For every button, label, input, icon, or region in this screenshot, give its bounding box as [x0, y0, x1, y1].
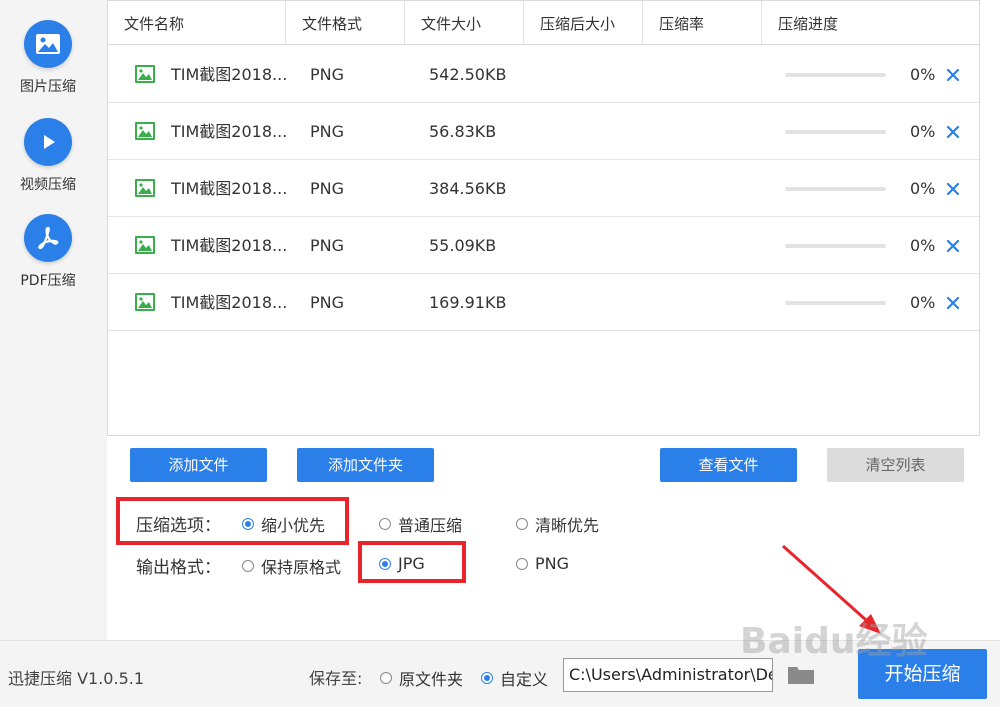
radio-button[interactable] [380, 672, 392, 684]
add-file-button[interactable]: 添加文件 [130, 448, 267, 482]
progress-bar [785, 244, 886, 248]
start-compress-button[interactable]: 开始压缩 [858, 649, 987, 699]
app-version: 迅捷压缩 V1.0.5.1 [8, 669, 145, 688]
radio-output-jpg[interactable]: JPG [379, 554, 425, 573]
sidebar-item-label: PDF压缩 [20, 273, 76, 289]
radio-label: 缩小优先 [261, 516, 326, 535]
progress-bar [785, 73, 886, 77]
progress-percent: 0% [910, 236, 936, 255]
file-name: TIM截图2018... [171, 65, 288, 84]
progress-percent: 0% [910, 293, 936, 312]
annotation-arrow-icon [782, 544, 881, 634]
sidebar: 图片压缩 视频压缩 PDF压缩 [0, 0, 107, 640]
file-name: TIM截图2018... [171, 236, 288, 255]
progress-percent: 0% [910, 179, 936, 198]
radio-button[interactable] [516, 518, 528, 530]
radio-compress-smaller[interactable]: 缩小优先 [242, 512, 325, 536]
header-compress-progress[interactable]: 压缩进度 [762, 1, 979, 45]
pdf-icon [24, 214, 72, 262]
table-row[interactable]: TIM截图2018... PNG 169.91KB 0% [108, 274, 979, 331]
file-size: 169.91KB [429, 293, 507, 312]
file-format: PNG [310, 65, 345, 84]
save-path-input[interactable]: C:\Users\Administrator\Desktop [563, 658, 773, 692]
sidebar-item-label: 视频压缩 [20, 177, 76, 193]
image-file-icon [135, 122, 155, 140]
radio-button[interactable] [516, 557, 528, 570]
radio-label: 保持原格式 [261, 558, 342, 577]
play-icon [24, 118, 72, 166]
sidebar-item-label: 图片压缩 [20, 79, 76, 95]
folder-icon[interactable] [786, 663, 816, 687]
radio-button[interactable] [481, 672, 493, 684]
table-row[interactable]: TIM截图2018... PNG 55.09KB 0% [108, 217, 979, 274]
progress-bar [785, 187, 886, 191]
file-size: 384.56KB [429, 179, 507, 198]
file-format: PNG [310, 236, 345, 255]
output-format-label: 输出格式： [136, 558, 221, 578]
file-format: PNG [310, 179, 345, 198]
file-name: TIM截图2018... [171, 293, 288, 312]
radio-save-custom[interactable]: 自定义 [481, 666, 548, 690]
file-format: PNG [310, 293, 345, 312]
header-file-size[interactable]: 文件大小 [405, 1, 524, 45]
radio-label: PNG [535, 554, 570, 573]
sidebar-item-video-compress[interactable]: 视频压缩 [0, 118, 96, 194]
compress-options-label: 压缩选项： [136, 516, 221, 536]
radio-output-original[interactable]: 保持原格式 [242, 554, 341, 578]
radio-save-original-folder[interactable]: 原文件夹 [380, 666, 463, 690]
radio-button[interactable] [242, 518, 254, 530]
file-size: 56.83KB [429, 122, 497, 141]
radio-compress-normal[interactable]: 普通压缩 [379, 512, 462, 536]
file-name: TIM截图2018... [171, 122, 288, 141]
sidebar-item-pdf-compress[interactable]: PDF压缩 [0, 214, 96, 290]
file-format: PNG [310, 122, 345, 141]
radio-button[interactable] [379, 518, 391, 530]
table-header: 文件名称 文件格式 文件大小 压缩后大小 压缩率 压缩进度 [108, 1, 979, 45]
footer-bar: 迅捷压缩 V1.0.5.1 保存至: 原文件夹 自定义 C:\Users\Adm… [0, 640, 1000, 707]
progress-percent: 0% [910, 65, 936, 84]
radio-label: 清晰优先 [535, 516, 600, 535]
add-folder-button[interactable]: 添加文件夹 [297, 448, 434, 482]
radio-button[interactable] [379, 557, 391, 570]
radio-output-png[interactable]: PNG [516, 554, 569, 573]
image-file-icon [135, 65, 155, 83]
file-size: 55.09KB [429, 236, 497, 255]
view-files-button[interactable]: 查看文件 [660, 448, 797, 482]
radio-button[interactable] [242, 560, 254, 572]
image-icon [24, 20, 72, 68]
progress-bar [785, 130, 886, 134]
close-icon[interactable] [946, 239, 960, 253]
radio-label: 原文件夹 [399, 670, 464, 689]
image-file-icon [135, 236, 155, 254]
save-to-label: 保存至: [309, 669, 363, 688]
image-file-icon [135, 293, 155, 311]
header-compressed-size[interactable]: 压缩后大小 [524, 1, 643, 45]
clear-list-button[interactable]: 清空列表 [827, 448, 964, 482]
radio-label: 普通压缩 [398, 516, 463, 535]
progress-percent: 0% [910, 122, 936, 141]
image-file-icon [135, 179, 155, 197]
file-list: 文件名称 文件格式 文件大小 压缩后大小 压缩率 压缩进度 TIM截图2018.… [107, 0, 980, 436]
close-icon[interactable] [946, 296, 960, 310]
table-row[interactable]: TIM截图2018... PNG 384.56KB 0% [108, 160, 979, 217]
close-icon[interactable] [946, 182, 960, 196]
file-name: TIM截图2018... [171, 179, 288, 198]
progress-bar [785, 301, 886, 305]
table-row[interactable]: TIM截图2018... PNG 542.50KB 0% [108, 46, 979, 103]
sidebar-item-image-compress[interactable]: 图片压缩 [0, 20, 96, 96]
header-file-name[interactable]: 文件名称 [108, 1, 286, 45]
table-row[interactable]: TIM截图2018... PNG 56.83KB 0% [108, 103, 979, 160]
file-size: 542.50KB [429, 65, 507, 84]
radio-label: JPG [398, 554, 425, 573]
radio-compress-clear[interactable]: 清晰优先 [516, 512, 599, 536]
header-file-format[interactable]: 文件格式 [286, 1, 405, 45]
header-compress-ratio[interactable]: 压缩率 [643, 1, 762, 45]
close-icon[interactable] [946, 125, 960, 139]
radio-label: 自定义 [500, 670, 549, 689]
close-icon[interactable] [946, 68, 960, 82]
